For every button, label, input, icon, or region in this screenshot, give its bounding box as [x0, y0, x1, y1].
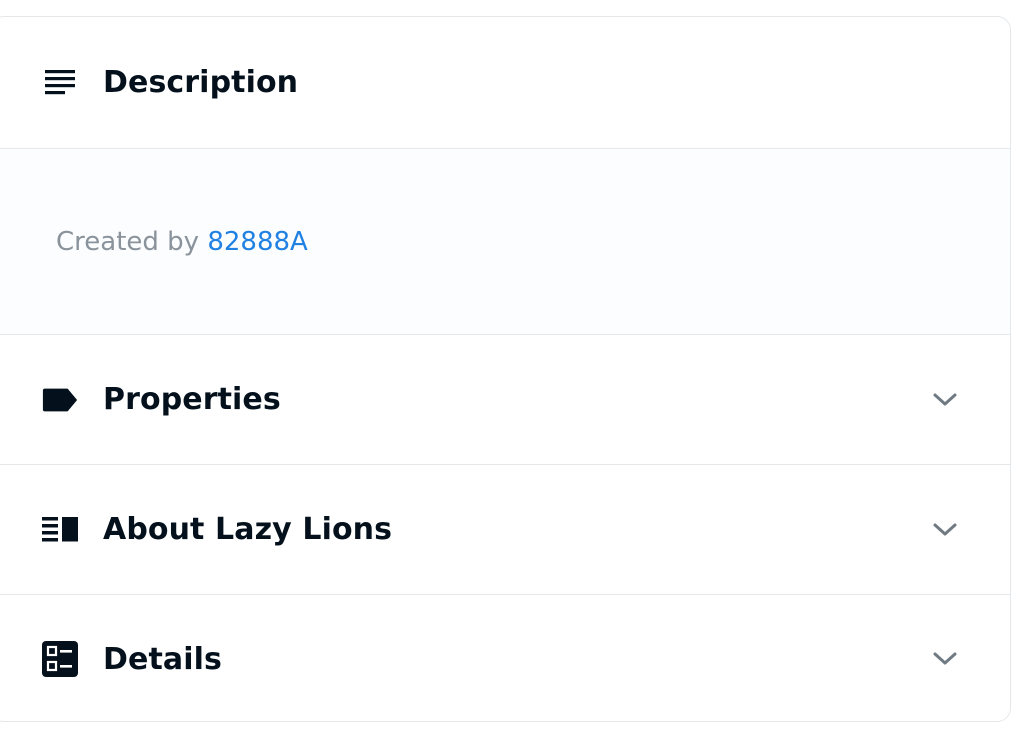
created-by-text: Created by 82888A — [56, 227, 308, 257]
about-section-header[interactable]: About Lazy Lions — [0, 465, 1010, 595]
chevron-down-icon[interactable] — [932, 387, 958, 413]
label-tag-icon — [41, 381, 79, 419]
vertical-split-icon — [41, 511, 79, 549]
properties-title: Properties — [103, 382, 281, 417]
chevron-down-icon[interactable] — [932, 517, 958, 543]
description-body: Created by 82888A — [0, 149, 1010, 335]
ballot-icon — [41, 640, 79, 678]
created-by-label: Created by — [56, 226, 200, 257]
description-section-header[interactable]: Description — [0, 17, 1010, 149]
description-title: Description — [103, 65, 299, 100]
description-lines-icon — [41, 64, 79, 102]
details-section-header[interactable]: Details — [0, 595, 1010, 721]
details-title: Details — [103, 641, 222, 677]
chevron-down-icon[interactable] — [932, 646, 958, 672]
item-info-panel: Description Created by 82888A Properties — [0, 16, 1011, 722]
creator-link[interactable]: 82888A — [207, 227, 308, 257]
about-title: About Lazy Lions — [103, 512, 393, 547]
properties-section-header[interactable]: Properties — [0, 335, 1010, 465]
